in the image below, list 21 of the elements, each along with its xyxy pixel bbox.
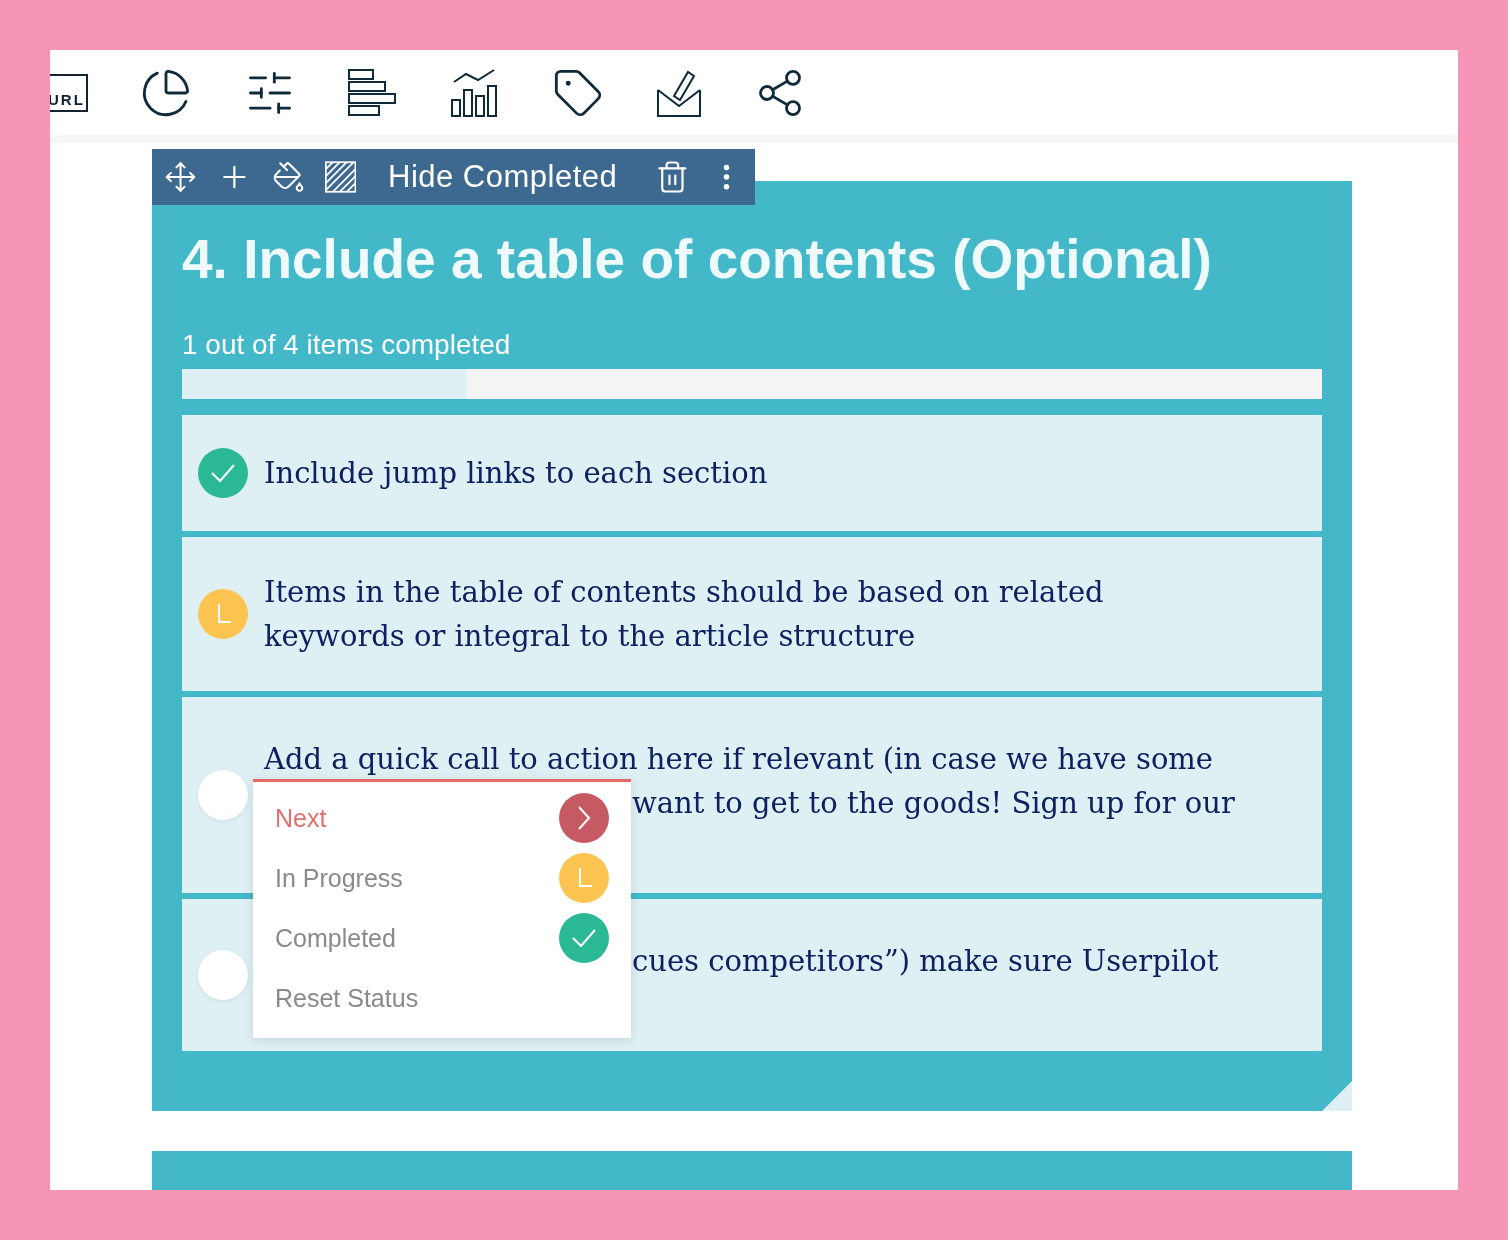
- item-text: Include jump links to each section: [264, 455, 768, 492]
- progress-text: 1 out of 4 items completed: [182, 329, 512, 361]
- clock-icon: [559, 853, 609, 903]
- item-text: Add a quick call to action here if relevant (in case we have some: [264, 741, 1213, 778]
- menu-item[interactable]: Completed: [275, 908, 609, 968]
- bar-chart-icon[interactable]: [450, 67, 500, 118]
- hide-completed-button[interactable]: Hide Completed: [388, 159, 618, 195]
- menu-item[interactable]: In Progress: [275, 848, 609, 908]
- menu-item[interactable]: Reset Status: [275, 968, 609, 1028]
- card-title: 4. Include a table of contents (Optional): [182, 227, 1213, 291]
- item-text: want to get to the goods! Sign up for our: [632, 785, 1235, 822]
- check-icon: [559, 913, 609, 963]
- menu-item[interactable]: Next: [275, 788, 609, 848]
- item-text: cues competitors”) make sure Userpilot: [632, 943, 1219, 980]
- item-text: Items in the table of contents should be based on related: [264, 574, 1104, 611]
- bars-icon[interactable]: [348, 68, 398, 117]
- check-icon[interactable]: [198, 448, 248, 498]
- chevron-icon: [559, 793, 609, 843]
- hatch-pattern-icon[interactable]: [324, 159, 356, 195]
- resize-handle-icon[interactable]: [1322, 1081, 1352, 1111]
- item-text: keywords or integral to the article structure: [264, 618, 916, 655]
